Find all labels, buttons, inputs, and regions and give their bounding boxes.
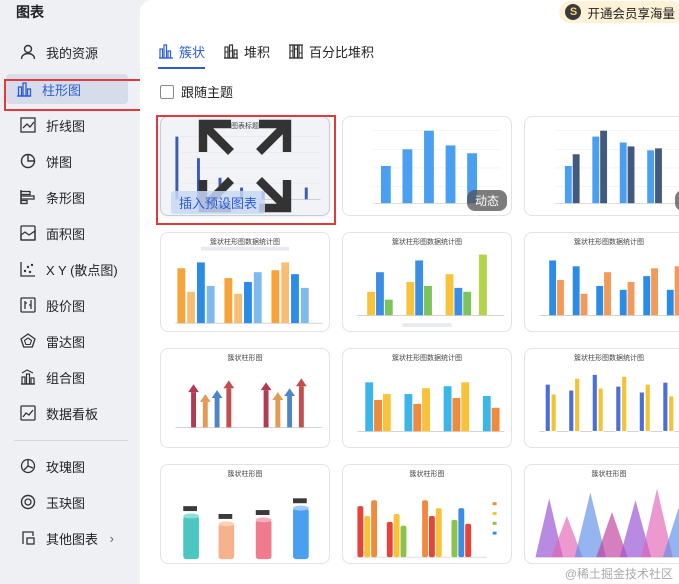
sidebar-item-area-chart[interactable]: 面积图 [14,218,128,248]
chart-template-card[interactable]: 簇状柱形图数据统计图 [342,348,512,448]
more-charts-icon [18,528,38,548]
vip-label: 开通会员享海量 [587,6,675,21]
chart-card-title: 簇状柱形图数据统计图 [574,355,644,362]
chart-template-card[interactable]: 簇状柱形图数据统计图 [342,232,512,332]
sidebar-item-combo-chart[interactable]: 组合图 [14,362,128,392]
sidebar-item-label: 玫瑰图 [46,459,86,475]
chart-template-card[interactable]: 簇状柱形图 [524,464,679,564]
dynamic-badge: 动态 [466,190,507,211]
chart-card-title: 簇状柱形图 [227,471,263,478]
chart-thumbnail [357,382,505,432]
chart-thumbnail [175,378,323,428]
percent-stacked-icon [288,43,304,59]
sidebar-item-label: 条形图 [46,190,86,206]
chart-card-title: 簇状柱形图数据统计图 [574,239,644,246]
sidebar-item-label: 组合图 [46,370,86,386]
chart-card-title: 簇状柱形图 [409,471,445,478]
main-panel: S 开通会员享海量 簇状 堆积 百分比堆积 跟随主题 图表标题 插入预设图表 动… [140,0,679,584]
dashboard-icon [18,403,38,423]
sidebar-item-label: 饼图 [46,154,73,170]
follow-theme-checkbox[interactable]: 跟随主题 [160,82,233,101]
sidebar-item-rose-chart[interactable]: 玫瑰图 [14,451,128,481]
chart-template-card[interactable]: 动态 [342,116,512,216]
sidebar-item-label: 数据看板 [46,406,99,422]
chart-style-tabs: 簇状 堆积 百分比堆积 [158,41,392,69]
chart-template-card[interactable]: 动态 [524,116,679,216]
sidebar: 图表 我的资源 柱形图 折线图 饼图 条形图 面积图 X Y (散点图) 股价图… [0,0,140,584]
chart-thumbnail [175,246,323,324]
chart-thumbnail [353,500,497,558]
watermark: @稀土掘金技术社区 [564,567,673,581]
sidebar-item-other-charts[interactable]: 其他图表 › [14,523,128,553]
chart-template-card[interactable]: 簇状柱形图 [160,348,330,448]
tab-label: 堆积 [244,44,271,60]
stock-icon [18,295,38,315]
area-chart-icon [18,223,38,243]
chevron-right-icon: › [109,530,114,546]
stacked-bar-icon [223,43,239,59]
sidebar-item-column-chart[interactable]: 柱形图 [6,74,128,104]
pie-chart-icon [18,151,38,171]
sidebar-item-ring-chart[interactable]: 玉玦图 [14,487,128,517]
tab-stacked[interactable]: 堆积 [223,41,270,61]
sidebar-item-radar-chart[interactable]: 雷达图 [14,326,128,356]
sidebar-item-label: 雷达图 [46,334,86,350]
ring-chart-icon [18,492,38,512]
chart-template-card[interactable]: 簇状柱形图数据统计图 [524,232,679,332]
tab-label: 簇状 [179,44,206,60]
sidebar-item-line-chart[interactable]: 折线图 [14,110,128,140]
sidebar-divider [14,440,128,441]
chart-thumbnail [183,498,309,560]
sidebar-item-my-resources[interactable]: 我的资源 [14,37,128,67]
chart-card-title: 簇状柱形图数据统计图 [210,239,280,246]
sidebar-item-label: 股价图 [46,298,86,314]
sidebar-item-label: 折线图 [46,118,86,134]
chart-thumbnail [535,488,679,558]
sidebar-item-label: X Y (散点图) [46,262,118,278]
insert-preset-chart-button[interactable]: 插入预设图表 [171,191,266,214]
sidebar-item-label: 面积图 [46,226,86,242]
chart-card-title: 簇状柱形图数据统计图 [392,239,462,246]
chart-thumbnail [357,254,505,328]
sidebar-title: 图表 [16,4,44,20]
sidebar-item-scatter-chart[interactable]: X Y (散点图) [14,254,128,284]
line-chart-icon [18,115,38,135]
chart-template-card[interactable]: 簇状柱形图 [342,464,512,564]
chart-template-card[interactable]: 图表标题 插入预设图表 [160,116,330,216]
sidebar-item-stock-chart[interactable]: 股价图 [14,290,128,320]
bar-chart-icon [14,79,34,99]
sidebar-item-label: 柱形图 [42,82,82,98]
sidebar-item-bar-chart[interactable]: 条形图 [14,182,128,212]
chart-template-card[interactable]: 簇状柱形图数据统计图 [524,348,679,448]
chart-thumbnail [539,260,679,316]
sidebar-item-label: 我的资源 [46,45,99,61]
scatter-icon [18,259,38,279]
sidebar-item-dashboard[interactable]: 数据看板 [14,398,128,428]
rose-chart-icon [18,456,38,476]
clustered-bar-icon [158,43,174,59]
horizontal-bar-icon [18,187,38,207]
vip-coin-icon: S [565,4,582,20]
chart-card-title: 簇状柱形图数据统计图 [392,355,462,362]
radar-icon [18,331,38,351]
follow-theme-label: 跟随主题 [181,85,234,100]
tab-percent-stacked[interactable]: 百分比堆积 [288,41,374,61]
sidebar-item-label: 其他图表 [46,531,99,547]
sidebar-item-label: 玉玦图 [46,495,86,511]
user-icon [18,42,38,62]
combo-chart-icon [18,367,38,387]
checkbox[interactable] [160,84,174,99]
tab-clustered[interactable]: 簇状 [158,41,206,69]
sidebar-item-pie-chart[interactable]: 饼图 [14,146,128,176]
chart-thumbnail [555,130,679,204]
tab-label: 百分比堆积 [309,44,375,60]
chart-template-card[interactable]: 簇状柱形图 [160,464,330,564]
chart-thumbnail [539,374,679,432]
vip-banner[interactable]: S 开通会员享海量 [559,1,679,23]
chart-template-card[interactable]: 簇状柱形图数据统计图 [160,232,330,332]
chart-card-title: 簇状柱形图 [591,471,627,478]
chart-card-title: 簇状柱形图 [227,355,263,362]
